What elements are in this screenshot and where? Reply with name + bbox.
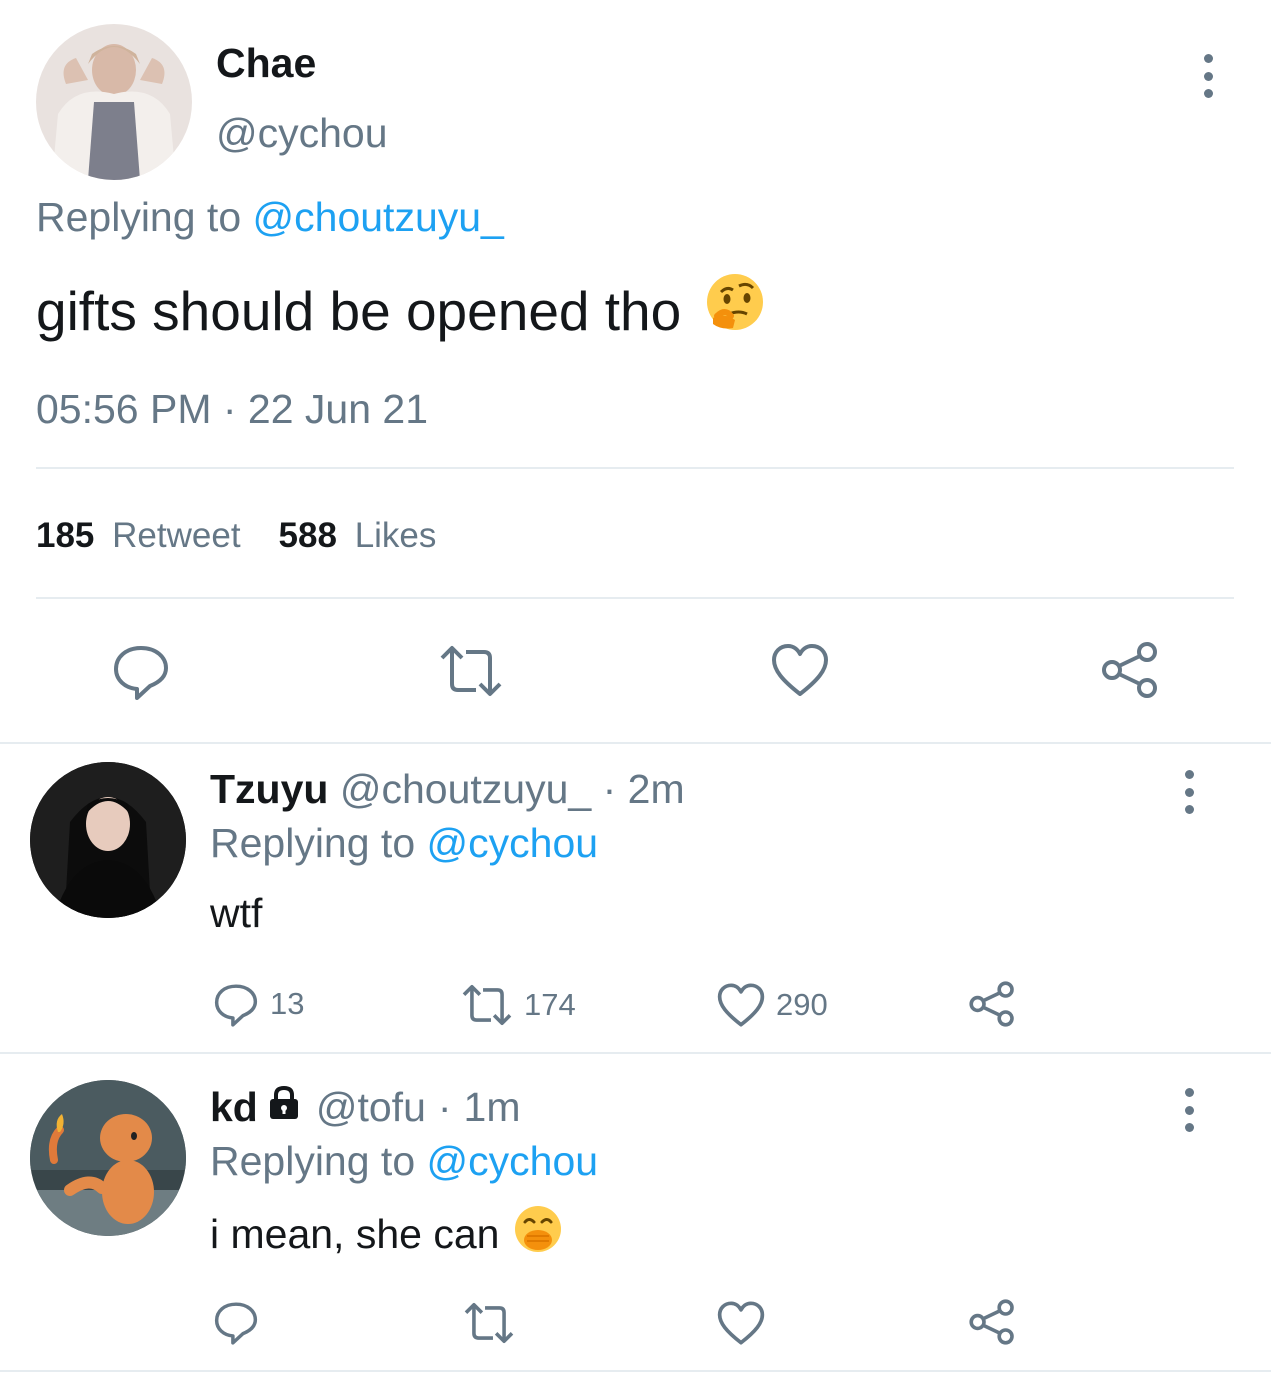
- reply-handle[interactable]: @choutzuyu_: [340, 766, 591, 812]
- author-handle[interactable]: @cychou: [216, 110, 388, 157]
- tweet-menu-button[interactable]: [1196, 54, 1220, 98]
- retweet-button[interactable]: [438, 642, 504, 700]
- reply-display-name[interactable]: Tzuyu: [210, 766, 328, 812]
- share-icon: [969, 981, 1014, 1027]
- dot-icon: [1184, 1123, 1194, 1132]
- tweet-menu-button[interactable]: [1177, 1088, 1201, 1132]
- replying-to-prefix: Replying to: [210, 820, 416, 866]
- tweet-text: gifts should be opened tho: [36, 279, 682, 342]
- share-button[interactable]: [1100, 640, 1160, 700]
- retweet-icon: [462, 984, 512, 1026]
- share-button[interactable]: [968, 980, 1016, 1028]
- avatar-kd[interactable]: [30, 1080, 186, 1236]
- divider: [36, 597, 1234, 599]
- avatar-tzuyu[interactable]: [30, 762, 186, 918]
- retweet-count: 174: [524, 987, 576, 1022]
- dot-icon: [1184, 787, 1194, 797]
- reply-button[interactable]: [110, 640, 172, 702]
- share-icon: [969, 1299, 1014, 1345]
- divider: [0, 1370, 1271, 1372]
- reply-text: i mean, she can: [210, 1210, 500, 1257]
- dot-icon: [1203, 71, 1213, 81]
- separator-dot: ·: [437, 1084, 452, 1130]
- reply-button[interactable]: [212, 1298, 260, 1346]
- retweet-label: Retweet: [112, 516, 241, 555]
- reply-icon: [214, 1302, 258, 1345]
- retweet-icon: [440, 646, 502, 696]
- separator-dot: ·: [602, 766, 617, 812]
- dot-icon: [1184, 770, 1194, 779]
- heart-icon: [717, 983, 765, 1027]
- like-button[interactable]: [770, 642, 830, 698]
- stats-row: 185 Retweet 588 Likes: [36, 516, 436, 556]
- lock-icon: [266, 1084, 302, 1131]
- retweet-button[interactable]: [462, 1300, 516, 1346]
- divider: [0, 1052, 1271, 1054]
- replying-to-handle-link[interactable]: @cychou: [427, 1138, 599, 1184]
- reply-time[interactable]: 1m: [464, 1084, 521, 1131]
- reply-button[interactable]: 13: [212, 980, 304, 1028]
- thinking-face-icon: [703, 272, 767, 349]
- reply-count: 13: [270, 986, 305, 1021]
- reply-header: Tzuyu @choutzuyu_ · 2m: [210, 766, 685, 813]
- replying-to-handle-link[interactable]: @cychou: [427, 820, 599, 866]
- divider: [0, 742, 1271, 744]
- divider: [36, 467, 1234, 469]
- likes-stat[interactable]: 588 Likes: [279, 516, 437, 556]
- heart-icon: [772, 644, 828, 696]
- likes-count: 588: [278, 516, 337, 555]
- replying-to-prefix: Replying to: [210, 1138, 416, 1184]
- replying-to-line: Replying to @cychou: [210, 820, 598, 867]
- dot-icon: [1184, 1105, 1194, 1115]
- share-button[interactable]: [968, 1298, 1016, 1346]
- share-icon: [1102, 642, 1157, 698]
- retweet-stat[interactable]: 185 Retweet: [36, 516, 241, 556]
- reply-time[interactable]: 2m: [628, 766, 685, 812]
- dot-icon: [1184, 1088, 1194, 1097]
- reply-handle[interactable]: @tofu: [316, 1084, 426, 1131]
- tweet-timestamp[interactable]: 05:56 PM · 22 Jun 21: [36, 386, 428, 433]
- hand-over-mouth-icon: [513, 1204, 563, 1264]
- dot-icon: [1203, 89, 1213, 98]
- reply-icon: [214, 984, 258, 1027]
- replying-to-handle-link[interactable]: @choutzuyu_: [253, 194, 504, 240]
- replying-to-line: Replying to @cychou: [210, 1138, 598, 1185]
- reply-text-line: i mean, she can: [210, 1204, 563, 1264]
- like-button[interactable]: [716, 1300, 766, 1346]
- heart-icon: [717, 1301, 765, 1345]
- reply-icon: [114, 646, 168, 700]
- reply-text: wtf: [210, 890, 263, 936]
- like-count: 290: [776, 987, 828, 1022]
- tweet-menu-button[interactable]: [1177, 770, 1201, 814]
- retweet-icon: [464, 1302, 514, 1344]
- avatar-chae[interactable]: [36, 24, 192, 180]
- retweet-count: 185: [36, 516, 95, 555]
- replying-to-line: Replying to @choutzuyu_: [36, 194, 504, 241]
- reply-header: kd @tofu · 1m: [210, 1084, 521, 1131]
- dot-icon: [1184, 805, 1194, 814]
- dot-icon: [1203, 54, 1213, 63]
- reply-display-name[interactable]: kd: [210, 1084, 258, 1131]
- like-button[interactable]: 290: [716, 982, 828, 1028]
- replying-to-prefix: Replying to: [36, 194, 242, 240]
- likes-label: Likes: [354, 516, 437, 555]
- tweet-text-line: gifts should be opened tho: [36, 272, 767, 349]
- author-display-name[interactable]: Chae: [216, 40, 316, 87]
- retweet-button[interactable]: 174: [460, 982, 576, 1028]
